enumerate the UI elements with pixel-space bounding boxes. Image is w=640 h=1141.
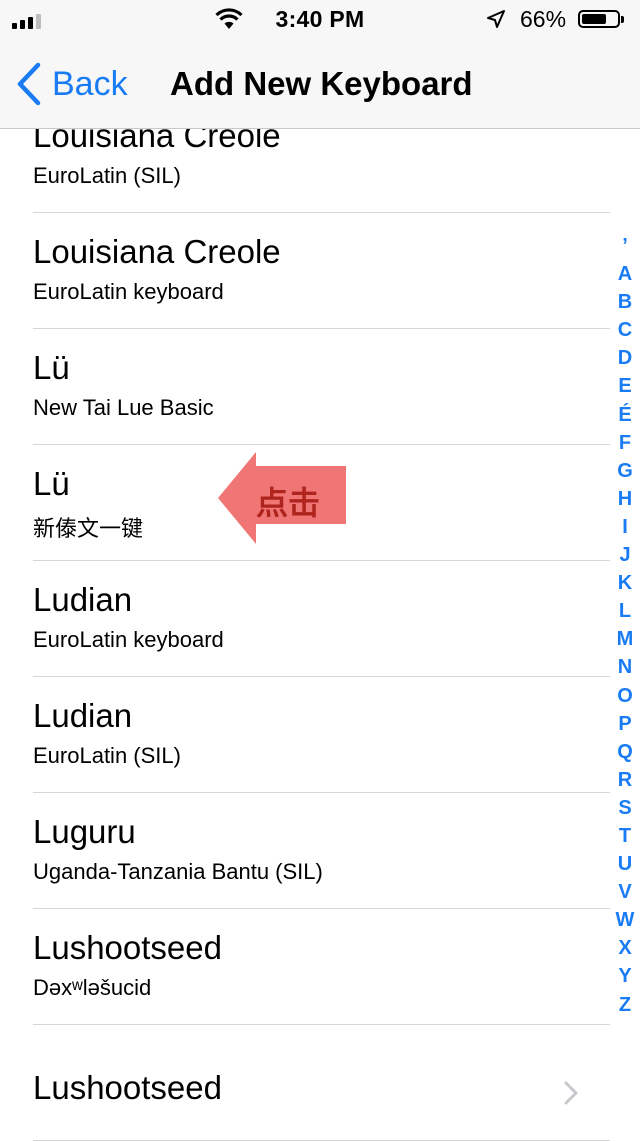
battery-icon	[578, 10, 624, 28]
index-letter[interactable]: K	[612, 569, 638, 597]
section-index[interactable]: ’ A B C D E É F G H I J K L M N O P Q R …	[612, 232, 638, 1019]
keyboard-row[interactable]: Lushootseed Dəxʷləšucid	[0, 909, 640, 1025]
chevron-right-icon	[564, 1081, 578, 1105]
keyboard-language: Lü	[33, 465, 70, 502]
keyboard-language: Lü	[33, 349, 70, 386]
keyboard-row[interactable]: Lushootseed	[0, 1025, 640, 1141]
index-letter[interactable]: N	[612, 653, 638, 681]
index-letter[interactable]: ’	[612, 232, 638, 260]
index-letter[interactable]: U	[612, 850, 638, 878]
keyboard-row[interactable]: Luguru Uganda-Tanzania Bantu (SIL)	[0, 793, 640, 909]
back-button-label: Back	[52, 64, 128, 103]
keyboard-name: New Tai Lue Basic	[33, 395, 214, 420]
index-letter[interactable]: V	[612, 878, 638, 906]
index-letter[interactable]: X	[612, 934, 638, 962]
index-letter[interactable]: Q	[612, 738, 638, 766]
index-letter[interactable]: T	[612, 822, 638, 850]
index-letter[interactable]: L	[612, 597, 638, 625]
index-letter[interactable]: Y	[612, 962, 638, 990]
back-button[interactable]: Back	[16, 62, 128, 106]
navigation-bar: Back Add New Keyboard	[0, 40, 640, 129]
index-letter[interactable]: F	[612, 429, 638, 457]
keyboard-name: EuroLatin keyboard	[33, 627, 224, 652]
index-letter[interactable]: A	[612, 260, 638, 288]
index-letter[interactable]: O	[612, 682, 638, 710]
keyboard-language: Ludian	[33, 697, 133, 734]
chevron-left-icon	[17, 62, 41, 106]
index-letter[interactable]: É	[612, 401, 638, 429]
index-letter[interactable]: G	[612, 457, 638, 485]
battery-percent: 66%	[520, 6, 567, 32]
keyboard-name: EuroLatin keyboard	[33, 279, 224, 304]
index-letter[interactable]: P	[612, 710, 638, 738]
keyboard-language: Lushootseed	[33, 929, 222, 966]
keyboard-language: Luguru	[33, 813, 136, 850]
page-title: Add New Keyboard	[170, 65, 473, 102]
keyboard-row[interactable]: Lü New Tai Lue Basic	[0, 329, 640, 445]
keyboard-language: Lushootseed	[33, 1069, 222, 1106]
index-letter[interactable]: W	[612, 906, 638, 934]
index-letter[interactable]: D	[612, 344, 638, 372]
index-letter[interactable]: E	[612, 372, 638, 400]
keyboard-row[interactable]: Ludian EuroLatin (SIL)	[0, 677, 640, 793]
keyboard-name: EuroLatin (SIL)	[33, 743, 181, 768]
keyboard-list: Louisiana Creole EuroLatin (SIL) Louisia…	[0, 97, 640, 1141]
annotation-label: 点击	[256, 485, 321, 521]
index-letter[interactable]: Z	[612, 991, 638, 1019]
keyboard-name: 新傣文一键	[33, 516, 144, 541]
keyboard-language: Louisiana Creole	[33, 233, 281, 270]
keyboard-name: Uganda-Tanzania Bantu (SIL)	[33, 859, 323, 884]
keyboard-name: Dəxʷləšucid	[33, 975, 152, 1000]
index-letter[interactable]: C	[612, 316, 638, 344]
keyboard-row[interactable]: Louisiana Creole EuroLatin keyboard	[0, 213, 640, 329]
keyboard-row[interactable]: Ludian EuroLatin keyboard	[0, 561, 640, 677]
keyboard-name: EuroLatin (SIL)	[33, 163, 181, 188]
index-letter[interactable]: S	[612, 794, 638, 822]
index-letter[interactable]: H	[612, 485, 638, 513]
location-arrow-icon	[487, 10, 505, 28]
index-letter[interactable]: I	[612, 513, 638, 541]
index-letter[interactable]: R	[612, 766, 638, 794]
keyboard-language: Ludian	[33, 581, 133, 618]
index-letter[interactable]: J	[612, 541, 638, 569]
index-letter[interactable]: B	[612, 288, 638, 316]
status-bar: 3:40 PM 66%	[0, 0, 640, 40]
index-letter[interactable]: M	[612, 625, 638, 653]
